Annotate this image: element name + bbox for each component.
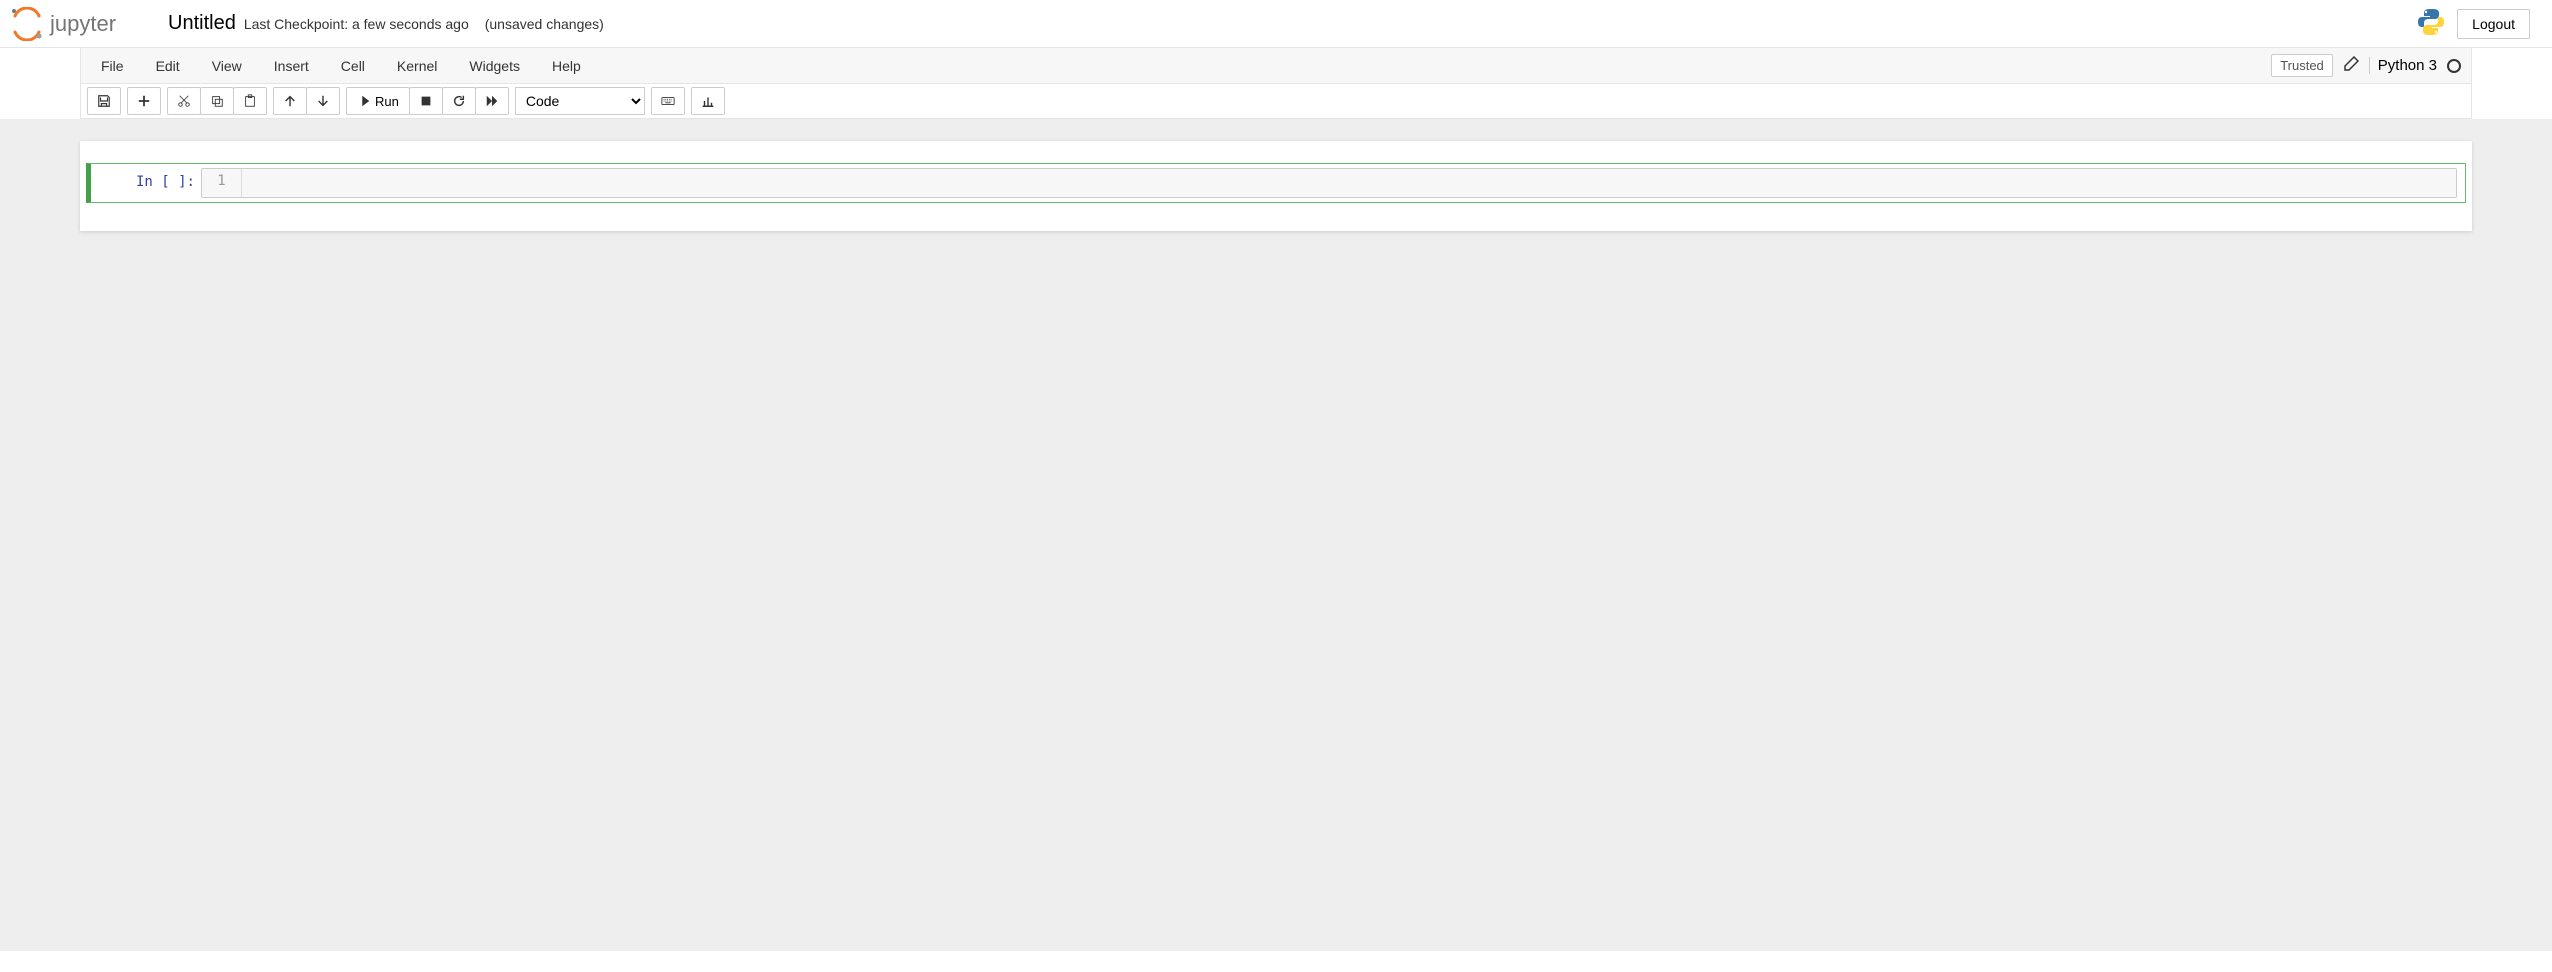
plus-icon [137, 94, 151, 108]
svg-text:jupyter: jupyter [49, 11, 116, 36]
keyboard-icon [661, 94, 675, 108]
cell-input-area[interactable]: 1 [201, 168, 2457, 198]
restart-run-all-button[interactable] [475, 87, 509, 115]
notebook-container: In [ ]: 1 [80, 141, 2472, 231]
title-area: Untitled Last Checkpoint: a few seconds … [168, 12, 2415, 35]
menu-insert[interactable]: Insert [258, 50, 325, 82]
menu-kernel[interactable]: Kernel [381, 50, 453, 82]
menubar: File Edit View Insert Cell Kernel Widget… [81, 48, 2471, 84]
run-button-label: Run [375, 94, 399, 109]
arrow-down-icon [316, 94, 330, 108]
menu-widgets[interactable]: Widgets [453, 50, 536, 82]
fast-forward-icon [485, 94, 499, 108]
save-button[interactable] [87, 87, 121, 115]
kernel-name[interactable]: Python 3 [2378, 57, 2437, 74]
bar-chart-icon [701, 94, 715, 108]
jupyter-logo[interactable]: jupyter [0, 7, 150, 41]
notebook-title[interactable]: Untitled [168, 12, 236, 35]
menubar-right: Trusted Python 3 [2271, 54, 2467, 77]
cell-input-prompt: In [ ]: [91, 168, 201, 198]
menu-help[interactable]: Help [536, 50, 597, 82]
interrupt-button[interactable] [409, 87, 443, 115]
toolbar: Run Code Markdown Raw NBConvert Heading [81, 84, 2471, 119]
command-palette-button[interactable] [651, 87, 685, 115]
menubar-wrap: File Edit View Insert Cell Kernel Widget… [80, 48, 2472, 119]
jupyter-logo-icon: jupyter [10, 7, 150, 41]
move-down-button[interactable] [306, 87, 340, 115]
menu-cell[interactable]: Cell [325, 50, 381, 82]
header-right: Logout [2415, 6, 2540, 41]
kernel-idle-icon[interactable] [2447, 59, 2461, 73]
paste-icon [243, 94, 257, 108]
menu-view[interactable]: View [196, 50, 258, 82]
code-editor[interactable] [242, 169, 2456, 197]
trusted-indicator[interactable]: Trusted [2271, 54, 2333, 77]
restart-icon [452, 94, 466, 108]
kernel-indicator: Python 3 [2369, 57, 2461, 74]
cut-icon [177, 94, 191, 108]
cell-type-select[interactable]: Code Markdown Raw NBConvert Heading [515, 87, 645, 115]
code-cell[interactable]: In [ ]: 1 [86, 163, 2466, 203]
run-icon [357, 94, 371, 108]
insert-cell-below-button[interactable] [127, 87, 161, 115]
cut-button[interactable] [167, 87, 201, 115]
paste-button[interactable] [233, 87, 267, 115]
header: jupyter Untitled Last Checkpoint: a few … [0, 0, 2552, 48]
notebook-background: In [ ]: 1 [0, 119, 2552, 951]
move-up-button[interactable] [273, 87, 307, 115]
chart-button[interactable] [691, 87, 725, 115]
python-logo-icon [2415, 6, 2447, 41]
restart-button[interactable] [442, 87, 476, 115]
save-icon [97, 94, 111, 108]
logout-button[interactable]: Logout [2457, 9, 2530, 39]
menu-file[interactable]: File [85, 50, 140, 82]
unsaved-indicator: (unsaved changes) [485, 16, 604, 32]
copy-icon [210, 94, 224, 108]
menu-edit[interactable]: Edit [140, 50, 196, 82]
edit-mode-icon[interactable] [2343, 56, 2359, 75]
arrow-up-icon [283, 94, 297, 108]
stop-icon [419, 94, 433, 108]
line-number-gutter: 1 [202, 169, 242, 197]
run-button[interactable]: Run [346, 87, 410, 115]
checkpoint-status: Last Checkpoint: a few seconds ago [244, 16, 469, 32]
copy-button[interactable] [200, 87, 234, 115]
